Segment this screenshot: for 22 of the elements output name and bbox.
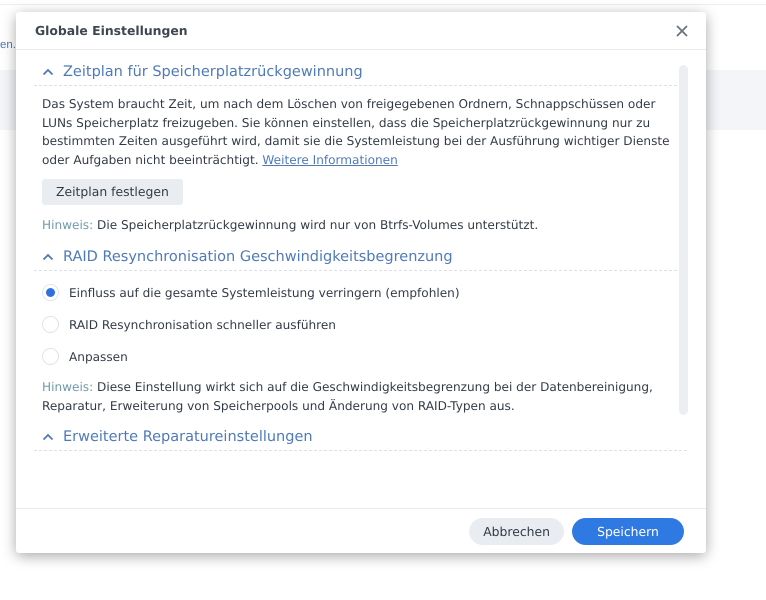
more-info-link[interactable]: Weitere Informationen xyxy=(262,152,398,167)
note-text: Hinweis: Die Speicherplatzrückgewinnung wird nur von Btrfs-Volumes unterstützt. xyxy=(42,217,540,234)
description-text: Das System braucht Zeit, um nach dem Löschen von freigegebenen Ordnern, Schnappschüssen oder LUNs Speicherplatz freizugeben. Sie können einstellen, dass die Speicherplatzrückgewinnung nur zu bestimmten Zeiten ausgeführt wird, damit sie die Systemleistung bei der Ausführung wichtiger Dienste oder Aufgaben nicht beeinträchtigt. Weitere Informationen xyxy=(42,96,671,169)
section-title[interactable]: Zeitplan für Speicherplatzrückgewinnung xyxy=(63,64,363,80)
schedule-button[interactable]: Zeitplan festlegen xyxy=(42,179,183,206)
radio-label[interactable]: RAID Resynchronisation schneller ausführen xyxy=(69,316,336,334)
caret-icon[interactable] xyxy=(42,252,54,261)
background-link-text[interactable]: en. xyxy=(0,39,16,51)
radio-button[interactable] xyxy=(42,316,59,334)
cancel-button[interactable]: Abbrechen xyxy=(469,518,564,544)
section-title[interactable]: RAID Resynchronisation Geschwindigkeitsbegrenzung xyxy=(63,248,453,265)
radio-label[interactable]: Anpassen xyxy=(69,348,128,366)
close-icon[interactable] xyxy=(676,24,688,36)
radio-button[interactable] xyxy=(42,284,59,302)
dialog-title: Globale Einstellungen xyxy=(35,23,188,38)
caret-icon[interactable] xyxy=(42,433,54,442)
section-title[interactable]: Erweiterte Reparatureinstellungen xyxy=(63,429,313,446)
note-text: Hinweis: Diese Einstellung wirkt sich auf die Geschwindigkeitsbegrenzung bei der Datenbereinigung, Reparatur, Erweiterung von Speicherpools und Änderung von RAID-Typen aus. xyxy=(42,378,654,415)
radio-button[interactable] xyxy=(42,348,59,366)
save-button[interactable]: Speichern xyxy=(572,518,684,544)
caret-icon[interactable] xyxy=(42,68,54,76)
radio-label[interactable]: Einfluss auf die gesamte Systemleistung verringern (empfohlen) xyxy=(69,284,460,302)
